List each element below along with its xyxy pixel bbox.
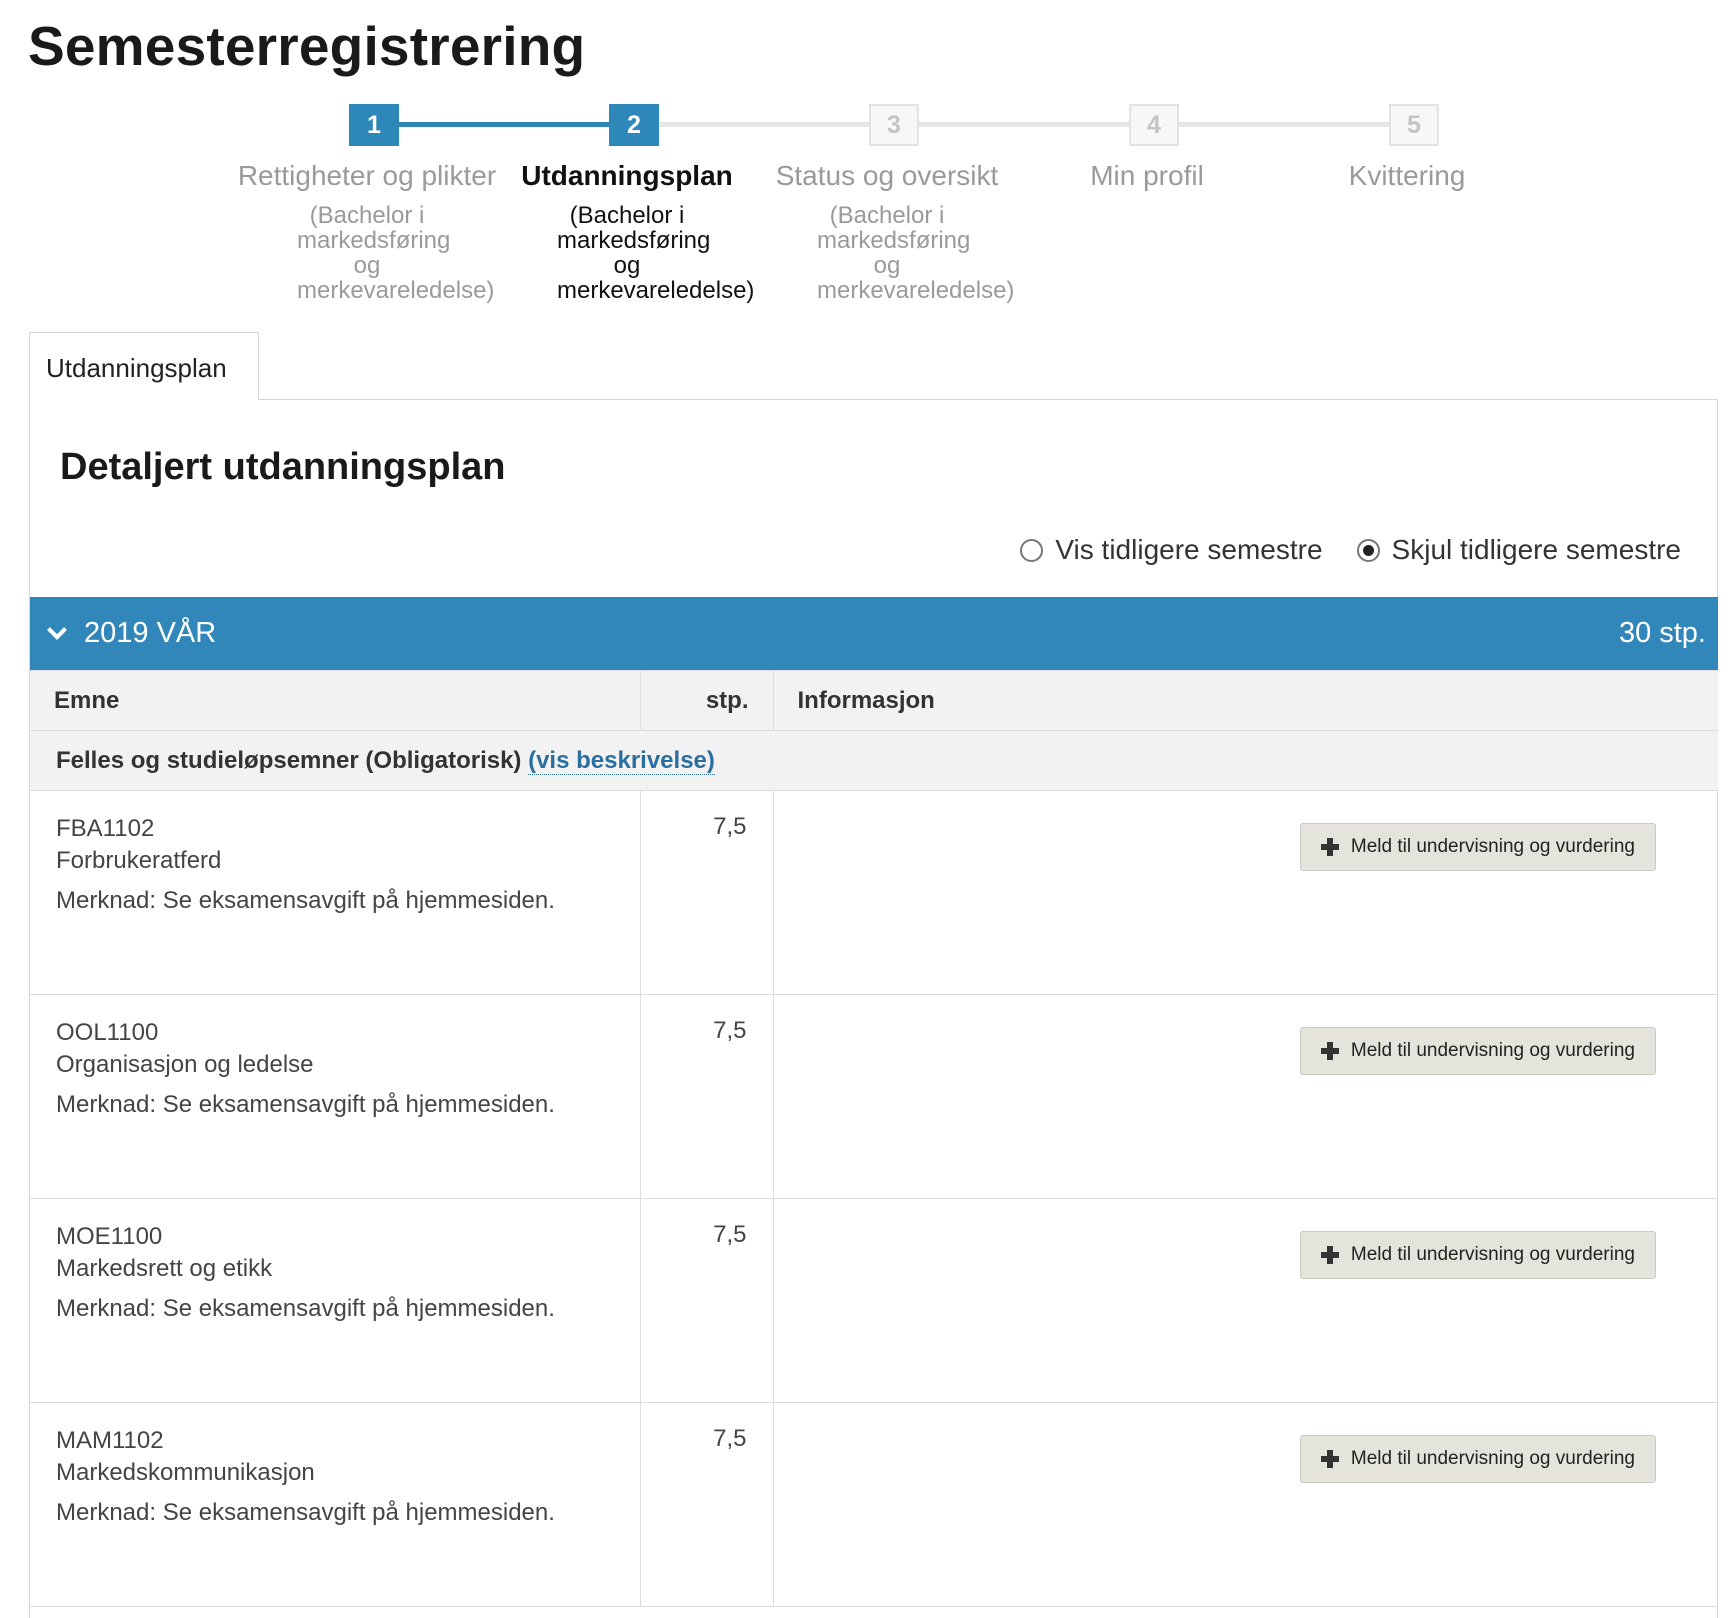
- table-row: MOE1100 Markedsrett og etikk Merknad: Se…: [30, 1198, 1718, 1403]
- course-info-cell: Meld til undervisning og vurdering: [773, 790, 1718, 995]
- enroll-button[interactable]: Meld til undervisning og vurdering: [1299, 823, 1656, 871]
- step-3-sublabel: (Bachelor i markedsføring og merkevarele…: [817, 202, 1015, 304]
- course-info-cell: Meld til undervisning og vurdering: [773, 1402, 1718, 1607]
- enroll-button[interactable]: Meld til undervisning og vurdering: [1299, 1027, 1656, 1075]
- course-note: Merknad: Se eksamensavgift på hjemmeside…: [56, 1295, 555, 1322]
- course-group-label: Felles og studieløpsemner (Obligatorisk): [56, 746, 522, 774]
- step-connector-2-3: [658, 122, 894, 127]
- course-group-row: Felles og studieløpsemner (Obligatorisk)…: [30, 730, 1718, 791]
- course-name: Markedskommunikasjon: [56, 1459, 315, 1486]
- hide-previous-option[interactable]: Skjul tidligere semestre: [1356, 534, 1681, 566]
- step-1-sublabel: (Bachelor i markedsføring og merkevarele…: [297, 202, 495, 304]
- course-code: FBA1102: [56, 815, 155, 842]
- course-cell: MOE1100 Markedsrett og etikk Merknad: Se…: [30, 1198, 640, 1403]
- course-credits: 7,5: [639, 790, 774, 995]
- course-code: OOL1100: [56, 1019, 159, 1046]
- enroll-button[interactable]: Meld til undervisning og vurdering: [1299, 1231, 1656, 1279]
- course-name: Forbrukeratferd: [56, 847, 222, 874]
- table-header-row: Emne stp. Informasjon: [30, 670, 1718, 731]
- section-title: Detaljert utdanningsplan: [60, 446, 506, 488]
- course-name: Organisasjon og ledelse: [56, 1051, 314, 1078]
- table-row: FBA1102 Forbrukeratferd Merknad: Se eksa…: [30, 790, 1718, 995]
- table-row: OOL1100 Organisasjon og ledelse Merknad:…: [30, 994, 1718, 1199]
- course-group-cell: Felles og studieløpsemner (Obligatorisk)…: [30, 730, 1718, 791]
- tab-utdanningsplan[interactable]: Utdanningsplan: [29, 332, 259, 400]
- course-code: MAM1102: [56, 1427, 164, 1454]
- step-4-label: Min profil: [1090, 160, 1204, 191]
- course-table: Emne stp. Informasjon Felles og studielø…: [30, 670, 1718, 1607]
- step-2-sublabel: (Bachelor i markedsføring og merkevarele…: [557, 202, 755, 304]
- course-info-cell: Meld til undervisning og vurdering: [773, 994, 1718, 1199]
- step-2-number[interactable]: 2: [609, 104, 659, 146]
- enroll-button-label: Meld til undervisning og vurdering: [1350, 836, 1635, 857]
- course-name: Markedsrett og etikk: [56, 1255, 273, 1282]
- plus-icon: [1320, 838, 1339, 856]
- step-4-number: 4: [1129, 104, 1179, 146]
- course-note: Merknad: Se eksamensavgift på hjemmeside…: [56, 887, 555, 914]
- step-3-number: 3: [869, 104, 919, 146]
- show-previous-label[interactable]: Vis tidligere semestre: [1055, 534, 1322, 566]
- table-row: MAM1102 Markedskommunikasjon Merknad: Se…: [30, 1402, 1718, 1607]
- semester-header[interactable]: 2019 VÅR 30 stp.: [30, 597, 1718, 670]
- plus-icon: [1320, 1246, 1339, 1264]
- course-note: Merknad: Se eksamensavgift på hjemmeside…: [56, 1091, 555, 1118]
- course-cell: OOL1100 Organisasjon og ledelse Merknad:…: [30, 994, 640, 1199]
- hide-previous-label[interactable]: Skjul tidligere semestre: [1392, 534, 1681, 566]
- step-3-label: Status og oversikt: [775, 160, 999, 191]
- course-info-cell: Meld til undervisning og vurdering: [773, 1198, 1718, 1403]
- plus-icon: [1320, 1450, 1339, 1468]
- step-5-label: Kvittering: [1348, 160, 1466, 191]
- column-header-course: Emne: [30, 670, 640, 731]
- column-header-info: Informasjon: [773, 670, 1718, 731]
- semester-credits: 30 stp.: [1618, 617, 1706, 649]
- show-previous-option[interactable]: Vis tidligere semestre: [1020, 534, 1323, 566]
- semester-label[interactable]: 2019 VÅR: [84, 617, 216, 650]
- step-connector-3-4: [918, 122, 1154, 127]
- chevron-down-icon[interactable]: [47, 619, 67, 640]
- hide-previous-radio[interactable]: [1356, 538, 1380, 562]
- course-credits: 7,5: [639, 994, 774, 1199]
- course-credits: 7,5: [639, 1402, 774, 1607]
- enroll-button-label: Meld til undervisning og vurdering: [1350, 1040, 1635, 1061]
- page-title: Semesterregistrering: [28, 15, 586, 77]
- enroll-button-label: Meld til undervisning og vurdering: [1350, 1448, 1635, 1469]
- semester-visibility-options: Vis tidligere semestre Skjul tidligere s…: [1020, 534, 1681, 566]
- course-cell: MAM1102 Markedskommunikasjon Merknad: Se…: [30, 1402, 640, 1607]
- enroll-button[interactable]: Meld til undervisning og vurdering: [1299, 1435, 1656, 1483]
- show-previous-radio[interactable]: [1020, 538, 1044, 562]
- column-header-credits: stp.: [639, 670, 774, 731]
- course-note: Merknad: Se eksamensavgift på hjemmeside…: [56, 1499, 555, 1526]
- course-code: MOE1100: [56, 1223, 163, 1250]
- show-description-link[interactable]: (vis beskrivelse): [528, 746, 715, 775]
- step-connector-4-5: [1178, 122, 1414, 127]
- plus-icon: [1320, 1042, 1339, 1060]
- course-credits: 7,5: [639, 1198, 774, 1403]
- step-1-label[interactable]: Rettigheter og plikter: [237, 160, 497, 192]
- step-connector-1-2: [398, 122, 634, 127]
- progress-stepper: 1 2 3 4 5 Rettigheter og plikter Utdanni…: [0, 100, 1736, 303]
- enroll-button-label: Meld til undervisning og vurdering: [1350, 1244, 1635, 1265]
- step-5-number: 5: [1389, 104, 1439, 146]
- step-2-label[interactable]: Utdanningsplan: [497, 160, 757, 192]
- course-cell: FBA1102 Forbrukeratferd Merknad: Se eksa…: [30, 790, 640, 995]
- step-1-number[interactable]: 1: [349, 104, 399, 146]
